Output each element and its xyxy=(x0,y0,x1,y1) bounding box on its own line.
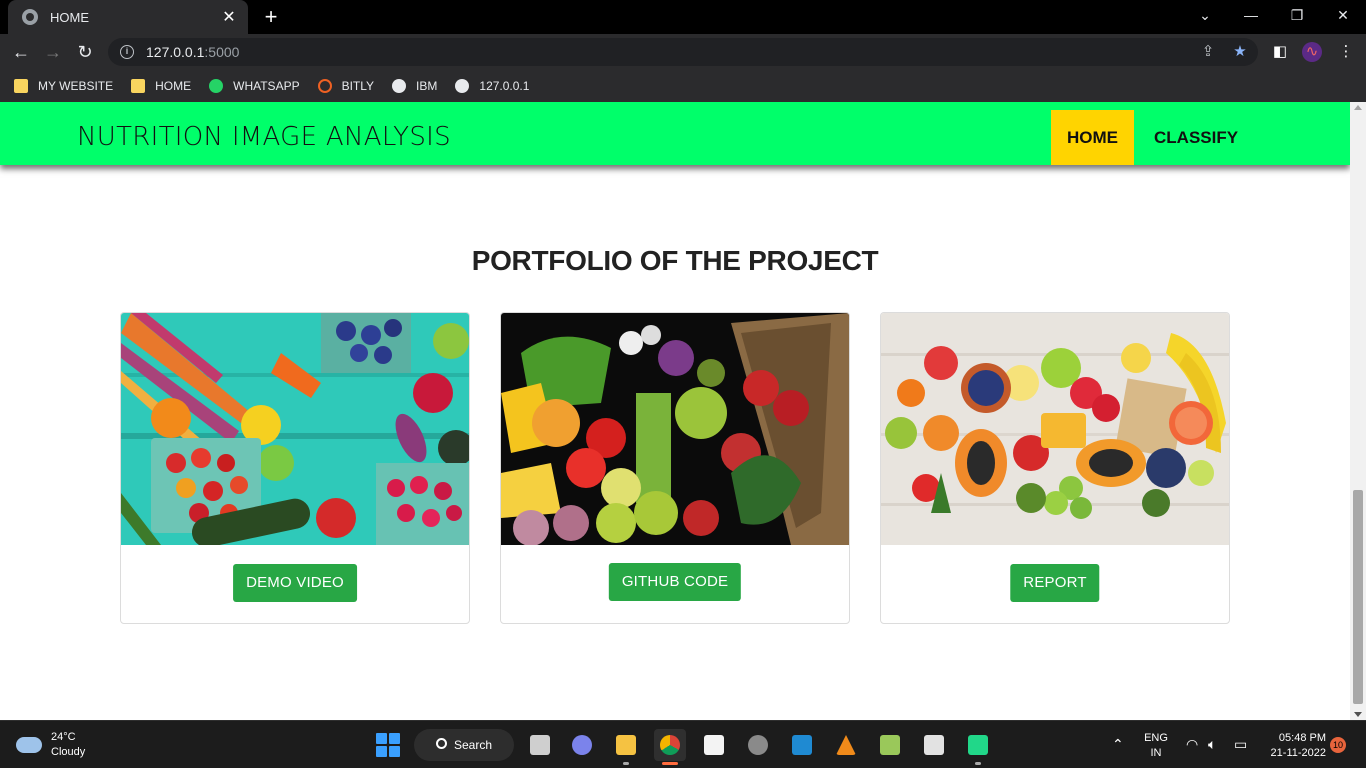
side-panel-icon[interactable]: ◧ xyxy=(1270,42,1290,62)
windows-taskbar: 24°C Cloudy Search ⌃ ENG IN ◠ 🔈︎ ▭ 05:48… xyxy=(0,720,1366,768)
weather-temp: 24°C xyxy=(51,731,76,743)
bookmark-item[interactable]: BITLY xyxy=(317,79,375,93)
section-title: PORTFOLIO OF THE PROJECT xyxy=(471,245,879,276)
site-info-icon[interactable]: i xyxy=(120,45,134,59)
vscode-icon[interactable] xyxy=(786,729,818,761)
portfolio-card: GITHUB CODE xyxy=(500,312,850,624)
wifi-icon[interactable]: ◠ xyxy=(1186,736,1198,753)
weather-widget[interactable]: 24°C Cloudy xyxy=(16,730,85,760)
language-indicator[interactable]: ENG IN xyxy=(1142,731,1170,761)
bookmark-item[interactable]: HOME xyxy=(131,79,191,93)
browser-toolbar: ← → ↻ i 127.0.0.1 :5000 ⇪ ★ ◧ ∿ ⋮ xyxy=(0,34,1366,70)
url-port: :5000 xyxy=(204,44,240,60)
scroll-thumb[interactable] xyxy=(1353,490,1363,704)
profile-avatar-icon[interactable]: ∿ xyxy=(1302,42,1322,62)
bookmark-label: IBM xyxy=(416,79,438,93)
taskbar-search[interactable]: Search xyxy=(414,729,514,761)
bookmark-label: WHATSAPP xyxy=(233,79,300,93)
search-label: Search xyxy=(454,738,493,752)
report-button[interactable]: REPORT xyxy=(1010,564,1100,602)
notification-badge[interactable]: 10 xyxy=(1330,737,1346,753)
file-explorer-icon[interactable] xyxy=(610,729,642,765)
windows-start-icon[interactable] xyxy=(376,733,400,757)
folder-icon xyxy=(14,79,28,93)
new-tab-button[interactable]: + xyxy=(258,4,284,30)
settings-gear-icon[interactable] xyxy=(742,729,774,761)
notepad-plus-icon[interactable] xyxy=(874,729,906,761)
scroll-down-arrow-icon[interactable] xyxy=(1354,712,1362,717)
page-scrollbar[interactable] xyxy=(1350,102,1366,720)
back-arrow-icon[interactable]: ← xyxy=(8,40,34,64)
demo-video-button[interactable]: DEMO VIDEO xyxy=(233,564,357,602)
globe-icon xyxy=(455,79,470,93)
share-icon[interactable]: ⇪ xyxy=(1198,42,1218,62)
weather-desc: Cloudy xyxy=(51,746,86,758)
site-brand[interactable]: NUTRITION IMAGE ANALYSIS xyxy=(77,122,451,152)
scroll-up-arrow-icon[interactable] xyxy=(1354,105,1362,110)
lang-code: ENG xyxy=(1144,732,1168,744)
address-bar[interactable]: i 127.0.0.1 :5000 xyxy=(108,38,1258,66)
page-viewport: NUTRITION IMAGE ANALYSIS HOME CLASSIFY P… xyxy=(0,102,1350,720)
bookmark-star-icon[interactable]: ★ xyxy=(1230,42,1250,62)
clock-date: 21-11-2022 xyxy=(1270,747,1326,759)
cloud-icon xyxy=(16,737,42,753)
fruit-platter-photo xyxy=(881,313,1229,545)
microsoft-store-icon[interactable] xyxy=(698,729,730,761)
search-icon xyxy=(436,738,447,749)
bookmark-label: MY WEBSITE xyxy=(38,79,114,93)
bookmark-label: HOME xyxy=(155,79,192,93)
close-tab-icon[interactable]: ✕ xyxy=(220,7,238,27)
reload-icon[interactable]: ↻ xyxy=(72,40,98,64)
vegetable-crate-photo xyxy=(501,313,849,545)
bookmarks-bar: MY WEBSITE HOME WHATSAPP BITLY IBM 127.0… xyxy=(0,70,1366,102)
clock-time: 05:48 PM xyxy=(1278,732,1326,744)
clock[interactable]: 05:48 PM 21-11-2022 xyxy=(1262,731,1326,761)
tab-title: HOME xyxy=(50,9,89,25)
vegetables-on-teal-table-photo xyxy=(121,313,469,545)
nav-classify-link[interactable]: CLASSIFY xyxy=(1138,110,1254,165)
bitly-icon xyxy=(317,79,332,93)
volume-icon[interactable]: 🔈︎ xyxy=(1208,736,1216,753)
region-code: IN xyxy=(1150,747,1162,759)
bookmark-label: 127.0.0.1 xyxy=(479,79,530,93)
site-navbar: NUTRITION IMAGE ANALYSIS HOME CLASSIFY xyxy=(0,102,1350,165)
bookmark-item[interactable]: IBM xyxy=(392,79,437,93)
tab-search-icon[interactable]: ⌄ xyxy=(1182,0,1228,30)
browser-tab-strip: HOME ✕ + ⌄ — ❐ ✕ xyxy=(0,0,1366,34)
globe-icon xyxy=(392,79,407,93)
url-host: 127.0.0.1 xyxy=(146,44,205,60)
battery-icon[interactable]: ▭ xyxy=(1234,736,1247,753)
globe-icon xyxy=(22,9,38,25)
whatsapp-icon xyxy=(209,79,224,93)
snipping-tool-icon[interactable] xyxy=(918,729,950,761)
bookmark-item[interactable]: MY WEBSITE xyxy=(14,79,113,93)
task-view-icon[interactable] xyxy=(524,729,556,761)
menu-kebab-icon[interactable]: ⋮ xyxy=(1336,42,1356,62)
chevron-up-icon[interactable]: ⌃ xyxy=(1112,736,1124,753)
nav-home-link[interactable]: HOME xyxy=(1051,110,1134,165)
window-close-icon[interactable]: ✕ xyxy=(1320,0,1366,30)
minimize-icon[interactable]: — xyxy=(1228,0,1274,30)
restore-icon[interactable]: ❐ xyxy=(1274,0,1320,30)
bookmark-item[interactable]: WHATSAPP xyxy=(209,79,300,93)
chrome-icon[interactable] xyxy=(654,729,686,765)
github-code-button[interactable]: GITHUB CODE xyxy=(608,563,742,601)
bookmark-item[interactable]: 127.0.0.1 xyxy=(455,79,529,93)
pycharm-icon[interactable] xyxy=(962,729,994,765)
vlc-icon[interactable] xyxy=(830,729,862,761)
portfolio-card: REPORT xyxy=(880,312,1230,624)
portfolio-card: DEMO VIDEO xyxy=(120,312,470,624)
browser-tab[interactable]: HOME ✕ xyxy=(8,0,248,34)
teams-chat-icon[interactable] xyxy=(566,729,598,761)
folder-icon xyxy=(131,79,146,93)
bookmark-label: BITLY xyxy=(341,79,375,93)
forward-arrow-icon[interactable]: → xyxy=(40,40,66,64)
